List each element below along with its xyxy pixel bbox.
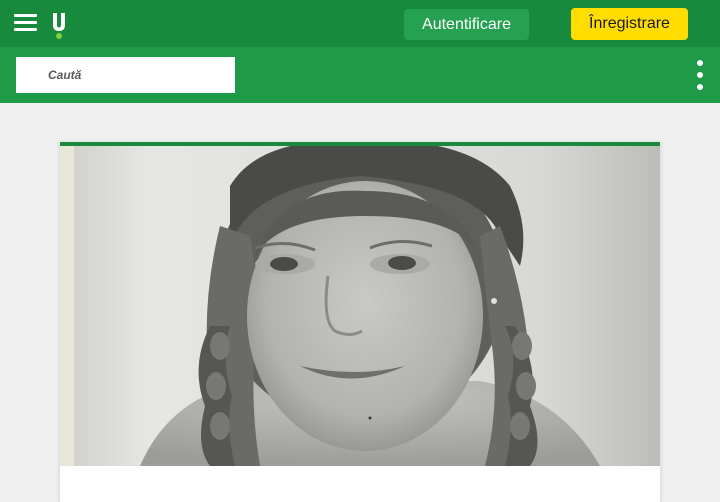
article-photo[interactable]	[60, 146, 660, 466]
top-navigation-bar: Autentificare Înregistrare	[0, 0, 720, 47]
search-input[interactable]	[16, 57, 235, 93]
search-bar	[0, 47, 720, 103]
article-card[interactable]	[60, 142, 660, 502]
hamburger-menu-icon[interactable]	[14, 12, 38, 32]
unica-logo-icon[interactable]	[49, 11, 71, 39]
login-button[interactable]: Autentificare	[404, 9, 529, 40]
vertical-dots-icon[interactable]	[694, 60, 706, 90]
article-image	[60, 146, 660, 466]
register-button[interactable]: Înregistrare	[571, 8, 688, 40]
